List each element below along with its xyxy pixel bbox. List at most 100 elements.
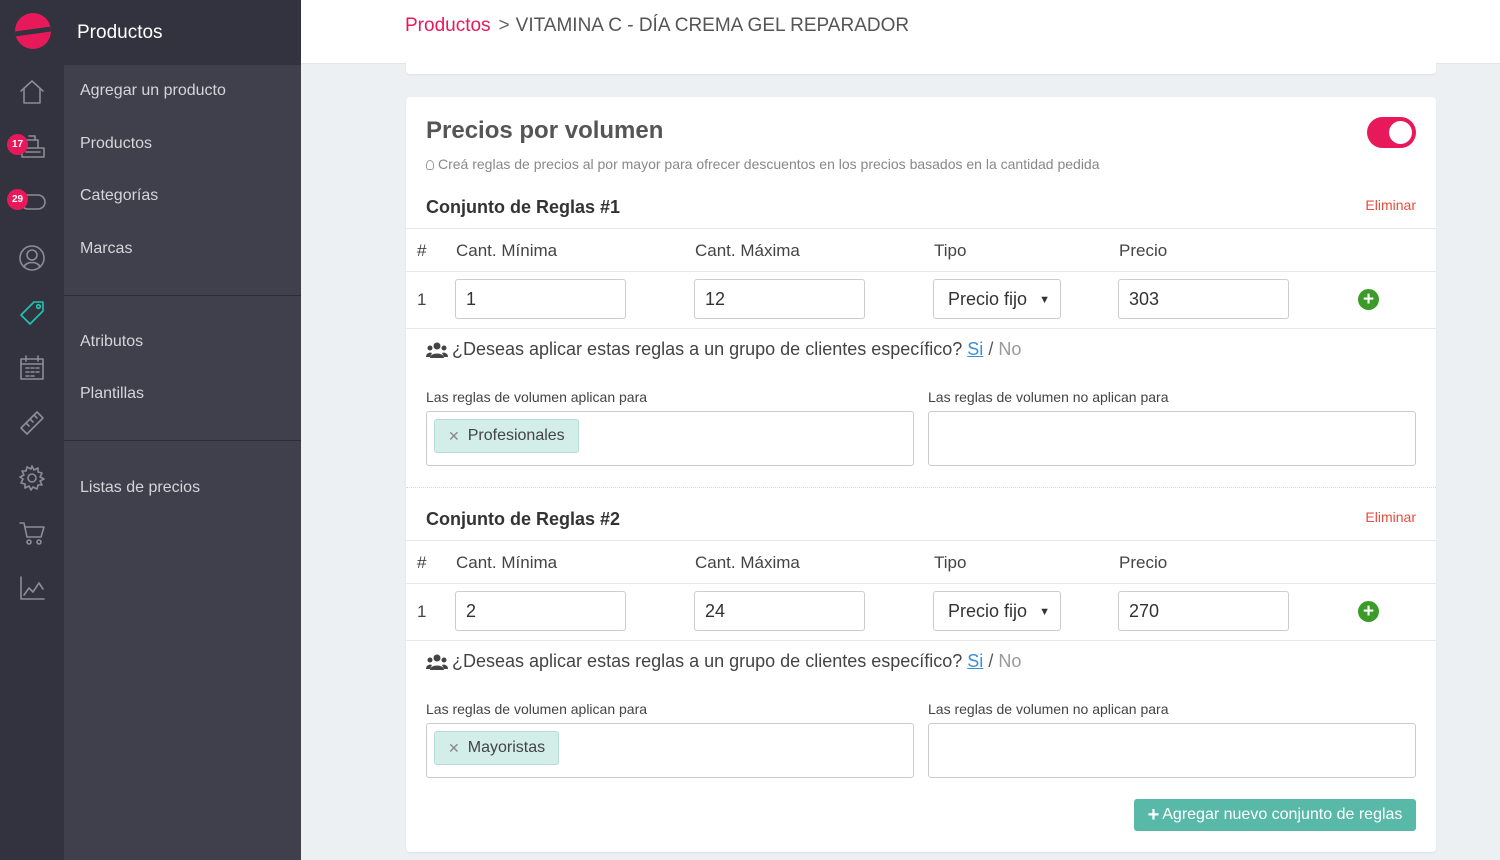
- min-qty-input[interactable]: 1: [455, 279, 626, 319]
- chevron-down-icon: ▼: [1039, 606, 1050, 618]
- remove-tag-icon[interactable]: ✕: [448, 428, 460, 445]
- question-yes-link[interactable]: Si: [967, 339, 983, 360]
- type-select-value: Precio fijo: [948, 288, 1028, 309]
- question-no-link[interactable]: No: [998, 339, 1021, 360]
- applies-label: Las reglas de volumen aplican para: [426, 701, 648, 717]
- col-min-qty: Cant. Mínima: [456, 553, 558, 572]
- price-input[interactable]: 270: [1118, 591, 1289, 631]
- rule-row: 1 2 24 Precio fijo ▼ 270 +: [406, 584, 1436, 641]
- toggle-knob: [1389, 121, 1412, 144]
- question-slash: /: [988, 651, 994, 671]
- min-qty-input[interactable]: 2: [455, 591, 626, 631]
- type-select-value: Precio fijo: [948, 600, 1028, 621]
- subnav-item-templates[interactable]: Plantillas: [80, 385, 144, 403]
- not-applies-label: Las reglas de volumen no aplican para: [928, 389, 1169, 405]
- type-select[interactable]: Precio fijo ▼: [933, 591, 1061, 631]
- group-tag: ✕ Mayoristas: [434, 731, 560, 765]
- breadcrumb-separator: >: [498, 15, 510, 36]
- remove-tag-icon[interactable]: ✕: [448, 740, 460, 757]
- rule-set-title: Conjunto de Reglas #1: [426, 197, 621, 217]
- top-bar: Productos > VITAMINA C - DÍA CREMA GEL REP…: [301, 0, 1500, 64]
- rule-row-number: 1: [417, 602, 427, 621]
- applies-label: Las reglas de volumen aplican para: [426, 389, 648, 405]
- breadcrumb: Productos > VITAMINA C - DÍA CREMA GEL REP…: [405, 15, 909, 37]
- plus-icon: +: [1147, 804, 1160, 826]
- breadcrumb-current: VITAMINA C - DÍA CREMA GEL REPARADOR: [515, 15, 910, 36]
- col-min-qty: Cant. Mínima: [456, 241, 558, 260]
- users-icon: [426, 654, 448, 670]
- question-slash: /: [988, 339, 994, 359]
- rule-row-number: 1: [417, 290, 427, 309]
- customer-group-question: ¿Deseas aplicar estas reglas a un grupo …: [426, 651, 1021, 672]
- cash-register-icon[interactable]: 17: [0, 119, 64, 173]
- col-price: Precio: [1119, 553, 1168, 572]
- gear-icon[interactable]: [0, 451, 64, 505]
- subnav-title: Productos: [64, 0, 301, 65]
- applies-groups-field[interactable]: ✕ Mayoristas: [426, 723, 914, 778]
- col-type: Tipo: [934, 241, 967, 260]
- chevron-down-icon: ▼: [1039, 294, 1050, 306]
- home-icon[interactable]: [0, 65, 64, 119]
- price-input[interactable]: 303: [1118, 279, 1289, 319]
- subnav-item-products[interactable]: Productos: [80, 135, 152, 153]
- question-yes-link[interactable]: Si: [967, 651, 983, 672]
- not-applies-label: Las reglas de volumen no aplican para: [928, 701, 1169, 717]
- ruler-icon[interactable]: [0, 396, 64, 450]
- subnav-divider: [64, 440, 301, 441]
- card-hint: Creá reglas de precios al por mayor para…: [426, 156, 1100, 172]
- add-rule-plus-icon[interactable]: +: [1358, 601, 1379, 622]
- chart-icon[interactable]: [0, 561, 64, 615]
- messages-badge: 29: [7, 189, 28, 210]
- rules-table-header: # Cant. Mínima Cant. Máxima Tipo Precio: [406, 540, 1436, 584]
- orders-badge: 17: [7, 134, 28, 155]
- subnav-item-categories[interactable]: Categorías: [80, 187, 158, 205]
- col-type: Tipo: [934, 553, 967, 572]
- rule-set-divider: [406, 487, 1436, 488]
- not-applies-groups-field[interactable]: [928, 723, 1416, 778]
- subnav-item-brands[interactable]: Marcas: [80, 240, 132, 258]
- group-tag-label: Profesionales: [467, 427, 565, 444]
- applies-groups-field[interactable]: ✕ Profesionales: [426, 411, 914, 466]
- products-subnav: Productos Agregar un producto Productos …: [64, 0, 301, 860]
- group-tag: ✕ Profesionales: [434, 419, 579, 453]
- user-icon[interactable]: [0, 231, 64, 285]
- col-num: #: [417, 241, 427, 260]
- calendar-icon[interactable]: [0, 341, 64, 395]
- toggle-icon[interactable]: 29: [0, 174, 64, 228]
- question-no-link[interactable]: No: [998, 651, 1021, 672]
- col-max-qty: Cant. Máxima: [695, 553, 800, 572]
- hint-text: Creá reglas de precios al por mayor para…: [438, 156, 1100, 172]
- delete-rule-set-button[interactable]: Eliminar: [1365, 197, 1416, 213]
- question-text: ¿Deseas aplicar estas reglas a un grupo …: [452, 651, 963, 671]
- rule-row: 1 1 12 Precio fijo ▼ 303 +: [406, 272, 1436, 329]
- tag-icon[interactable]: [0, 286, 64, 340]
- col-num: #: [417, 553, 427, 572]
- col-price: Precio: [1119, 241, 1168, 260]
- add-rule-set-label: Agregar nuevo conjunto de reglas: [1162, 806, 1403, 823]
- customer-group-question: ¿Deseas aplicar estas reglas a un grupo …: [426, 339, 1021, 360]
- users-icon: [426, 342, 448, 358]
- icon-rail: 17 29: [0, 0, 64, 860]
- add-rule-plus-icon[interactable]: +: [1358, 289, 1379, 310]
- max-qty-input[interactable]: 24: [694, 591, 865, 631]
- max-qty-input[interactable]: 12: [694, 279, 865, 319]
- subnav-divider: [64, 295, 301, 296]
- volume-pricing-toggle[interactable]: [1367, 117, 1416, 148]
- group-tag-label: Mayoristas: [467, 739, 546, 756]
- subnav-item-price-lists[interactable]: Listas de precios: [80, 479, 200, 497]
- col-max-qty: Cant. Máxima: [695, 241, 800, 260]
- subnav-item-attributes[interactable]: Atributos: [80, 333, 143, 351]
- rules-table-header: # Cant. Mínima Cant. Máxima Tipo Precio: [406, 228, 1436, 272]
- type-select[interactable]: Precio fijo ▼: [933, 279, 1061, 319]
- cart-icon[interactable]: [0, 506, 64, 560]
- add-rule-set-button[interactable]: + Agregar nuevo conjunto de reglas: [1134, 799, 1416, 831]
- subnav-item-add-product[interactable]: Agregar un producto: [80, 82, 226, 100]
- question-text: ¿Deseas aplicar estas reglas a un grupo …: [452, 339, 963, 359]
- not-applies-groups-field[interactable]: [928, 411, 1416, 466]
- breadcrumb-root-link[interactable]: Productos: [405, 15, 491, 36]
- delete-rule-set-button[interactable]: Eliminar: [1365, 509, 1416, 525]
- card-title: Precios por volumen: [426, 117, 664, 144]
- brand-logo-icon[interactable]: [15, 13, 51, 49]
- lightbulb-icon: [426, 160, 434, 170]
- rule-set-title: Conjunto de Reglas #2: [426, 509, 621, 529]
